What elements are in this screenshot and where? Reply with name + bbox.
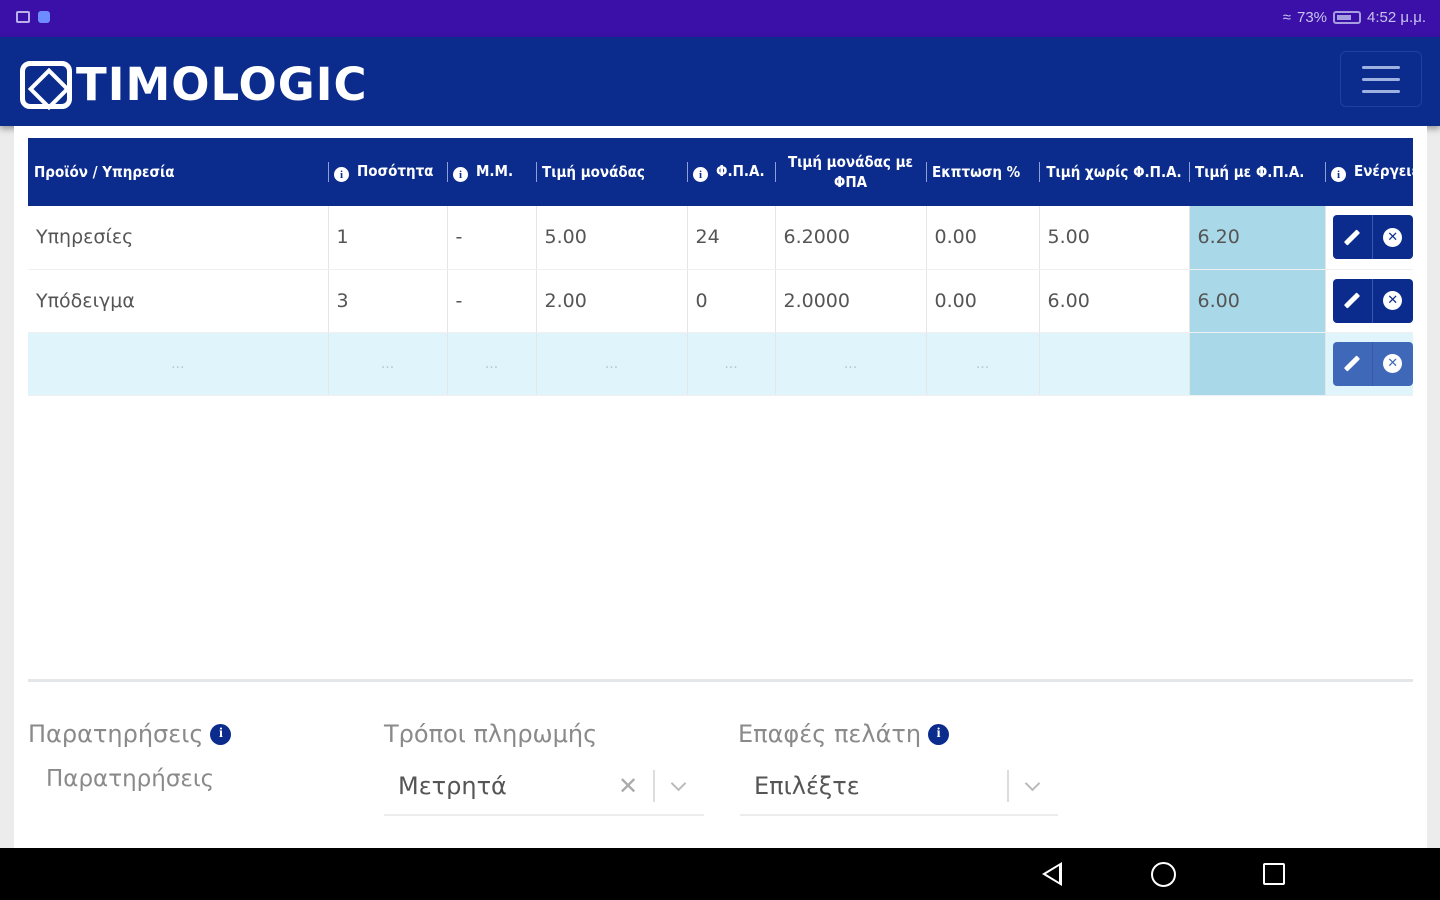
hamburger-menu-button[interactable] <box>1340 51 1422 107</box>
new-cell-unit-price-vat[interactable]: ... <box>775 332 927 396</box>
home-icon[interactable] <box>1151 862 1176 887</box>
select-separator <box>653 770 655 802</box>
new-cell-actions: ✕ <box>1325 332 1413 396</box>
cell-quantity[interactable]: 1 <box>328 206 448 270</box>
app-header: TIMOLOGIC <box>0 37 1440 126</box>
cell-vat[interactable]: 24 <box>687 206 776 270</box>
cell-discount[interactable]: 0.00 <box>926 269 1040 333</box>
notification-icon <box>38 11 50 23</box>
col-header-product[interactable]: Προϊόν / Υπηρεσία <box>28 138 328 206</box>
table-row[interactable]: Υπηρεσίες 1 - 5.00 24 6.2000 0.00 5.00 6… <box>28 206 1413 270</box>
cell-unit[interactable]: - <box>447 206 537 270</box>
gallery-icon <box>16 11 30 23</box>
new-item-row[interactable]: ... ... ... ... ... ... ... ✕ <box>28 332 1413 396</box>
wifi-icon: ≈ <box>1282 9 1291 26</box>
info-icon[interactable]: i <box>453 167 468 183</box>
info-icon[interactable]: i <box>210 723 232 745</box>
client-contacts-label: Επαφές πελάτη i <box>738 720 950 748</box>
new-cell-unit-price[interactable]: ... <box>536 332 688 396</box>
logo-icon <box>20 60 72 109</box>
payment-method-select[interactable]: Μετρητά ✕ <box>384 758 704 816</box>
cell-unit-price[interactable]: 5.00 <box>536 206 688 270</box>
new-cell-discount[interactable]: ... <box>926 332 1040 396</box>
logo-text: TIMOLOGIC <box>76 58 368 111</box>
clear-icon[interactable]: ✕ <box>613 772 643 800</box>
cell-net: 5.00 <box>1039 206 1190 270</box>
chevron-down-icon[interactable] <box>670 775 687 791</box>
new-cell-net <box>1039 332 1190 396</box>
status-bar: ≈ 73% 4:52 μ.μ. <box>0 0 1440 37</box>
new-cell-total <box>1189 332 1326 396</box>
chevron-down-icon[interactable] <box>1024 775 1041 791</box>
menu-icon-bar <box>1362 89 1400 93</box>
recent-apps-icon[interactable] <box>1263 863 1285 885</box>
col-header-unit-price[interactable]: Τιμή μονάδας <box>536 138 687 206</box>
cell-vat[interactable]: 0 <box>687 269 776 333</box>
section-divider <box>28 679 1413 682</box>
info-icon[interactable]: i <box>1331 167 1346 183</box>
cell-unit[interactable]: - <box>447 269 537 333</box>
table-row[interactable]: Υπόδειγμα 3 - 2.00 0 2.0000 0.00 6.00 6.… <box>28 269 1413 333</box>
clear-new-row-button[interactable]: ✕ <box>1372 341 1413 386</box>
select-separator <box>1007 770 1009 802</box>
col-header-total[interactable]: Τιμή με Φ.Π.Α. <box>1189 138 1325 206</box>
info-icon[interactable]: i <box>928 723 950 745</box>
cell-actions: ✕ <box>1325 269 1413 333</box>
payment-methods-label: Τρόποι πληρωμής <box>384 720 598 748</box>
cell-unit-price-vat[interactable]: 6.2000 <box>775 206 927 270</box>
pencil-icon <box>1344 292 1361 309</box>
delete-row-button[interactable]: ✕ <box>1372 215 1413 260</box>
col-header-unit-price-vat[interactable]: Τιμή μονάδας με ΦΠΑ <box>775 138 926 206</box>
cell-actions: ✕ <box>1325 206 1413 270</box>
col-header-discount[interactable]: Εκπτωση % <box>926 138 1039 206</box>
items-table: Προϊόν / Υπηρεσία i Ποσότητα i Μ.Μ. Τιμή μ… <box>28 138 1413 396</box>
col-header-actions: iΕνέργειες <box>1325 138 1413 206</box>
edit-new-row-button[interactable] <box>1332 341 1372 386</box>
battery-percent: 73% <box>1296 9 1328 26</box>
cell-net: 6.00 <box>1039 269 1190 333</box>
table-header-row: Προϊόν / Υπηρεσία i Ποσότητα i Μ.Μ. Τιμή μ… <box>28 138 1413 206</box>
menu-icon-bar <box>1362 77 1400 81</box>
payment-method-value: Μετρητά <box>398 772 507 800</box>
pencil-icon <box>1344 355 1361 372</box>
cell-total: 6.20 <box>1189 206 1326 270</box>
close-circle-icon: ✕ <box>1383 227 1403 247</box>
notes-textarea[interactable]: Παρατηρήσεις <box>46 766 214 792</box>
new-cell-unit[interactable]: ... <box>447 332 537 396</box>
invoice-card: Προϊόν / Υπηρεσία i Ποσότητα i Μ.Μ. Τιμή μ… <box>14 126 1427 848</box>
new-cell-quantity[interactable]: ... <box>328 332 448 396</box>
cell-total: 6.00 <box>1189 269 1326 333</box>
close-circle-icon: ✕ <box>1383 291 1403 310</box>
pencil-icon <box>1344 229 1361 246</box>
cell-product[interactable]: Υπόδειγμα <box>28 269 329 333</box>
info-icon[interactable]: i <box>334 167 349 183</box>
edit-row-button[interactable] <box>1332 278 1372 323</box>
cell-product[interactable]: Υπηρεσίες <box>28 206 329 270</box>
new-cell-vat[interactable]: ... <box>687 332 776 396</box>
logo[interactable]: TIMOLOGIC <box>20 58 368 111</box>
info-icon[interactable]: i <box>693 167 708 183</box>
notes-label: Παρατηρήσεις i <box>28 720 232 748</box>
clock: 4:52 μ.μ. <box>1367 9 1426 26</box>
col-header-vat[interactable]: i Φ.Π.Α. <box>687 138 775 206</box>
android-nav-bar <box>0 848 1440 900</box>
delete-row-button[interactable]: ✕ <box>1372 278 1413 323</box>
cell-quantity[interactable]: 3 <box>328 269 448 333</box>
new-cell-product[interactable]: ... <box>28 332 329 396</box>
battery-icon <box>1333 11 1362 24</box>
menu-icon-bar <box>1362 65 1400 69</box>
client-contacts-placeholder: Επιλέξτε <box>754 772 860 800</box>
edit-row-button[interactable] <box>1332 215 1372 260</box>
col-header-net[interactable]: Τιμή χωρίς Φ.Π.Α. <box>1039 138 1189 206</box>
client-contacts-select[interactable]: Επιλέξτε <box>740 758 1058 816</box>
cell-discount[interactable]: 0.00 <box>926 206 1040 270</box>
cell-unit-price-vat[interactable]: 2.0000 <box>775 269 927 333</box>
cell-unit-price[interactable]: 2.00 <box>536 269 688 333</box>
col-header-unit[interactable]: i Μ.Μ. <box>447 138 536 206</box>
col-header-quantity[interactable]: i Ποσότητα <box>328 138 447 206</box>
back-icon[interactable] <box>1042 862 1062 886</box>
close-circle-icon: ✕ <box>1383 354 1403 373</box>
